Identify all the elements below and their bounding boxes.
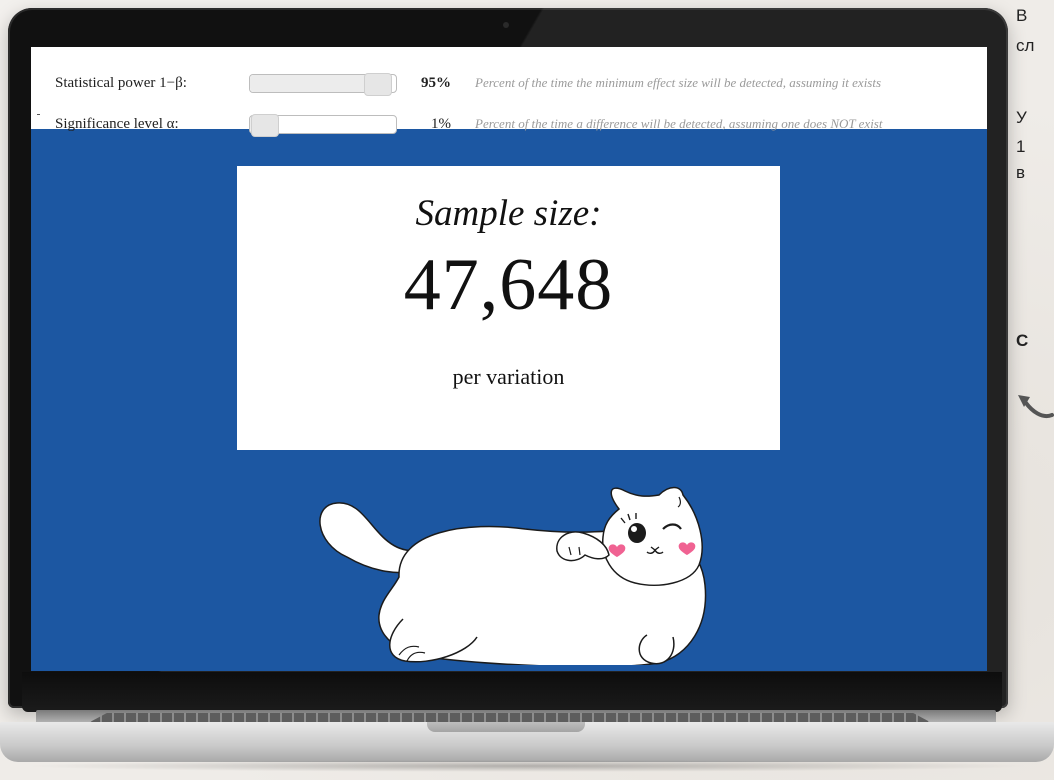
cat-paw-right [638,634,675,665]
cat-eye [628,523,646,543]
significance-label: Significance level α: [55,115,179,132]
significance-hint: Percent of the time a difference will be… [475,116,883,131]
power-label: Statistical power 1−β: [55,74,187,91]
significance-value: 1% [431,115,451,132]
divider-mark [37,114,40,115]
significance-slider[interactable] [249,114,397,137]
side-text-line: 1 [1016,137,1026,156]
power-slider-thumb[interactable] [364,73,392,96]
laptop-shadow [20,760,1034,772]
power-slider[interactable] [249,73,397,96]
sample-size-value: 47,648 [403,244,614,326]
significance-slider-thumb[interactable] [251,114,280,137]
side-text-bold: С [1016,331,1029,350]
side-text-line: У [1016,108,1027,127]
laptop-bezel-bottom [22,672,1002,712]
power-slider-fill [250,75,377,92]
result-card: Sample size: 47,648 per variation [237,166,780,450]
trackpad-notch [427,722,585,732]
camera-icon [503,22,509,28]
side-text-line: в [1016,163,1026,182]
laptop-screen: Statistical power 1−β: 95% Percent of th… [31,47,987,671]
cat-head [602,486,703,586]
keyboard-edge [90,713,930,722]
side-text-line: В [1016,6,1028,25]
power-value: 95% [421,74,451,91]
side-text-line: сл [1016,36,1035,55]
result-title: Sample size: [415,193,602,234]
calculator-controls: Statistical power 1−β: 95% Percent of th… [31,47,987,137]
power-hint: Percent of the time the minimum effect s… [475,75,882,90]
cat-illustration [319,486,707,665]
result-unit: per variation [452,364,565,389]
curved-arrow-icon [1018,395,1054,418]
